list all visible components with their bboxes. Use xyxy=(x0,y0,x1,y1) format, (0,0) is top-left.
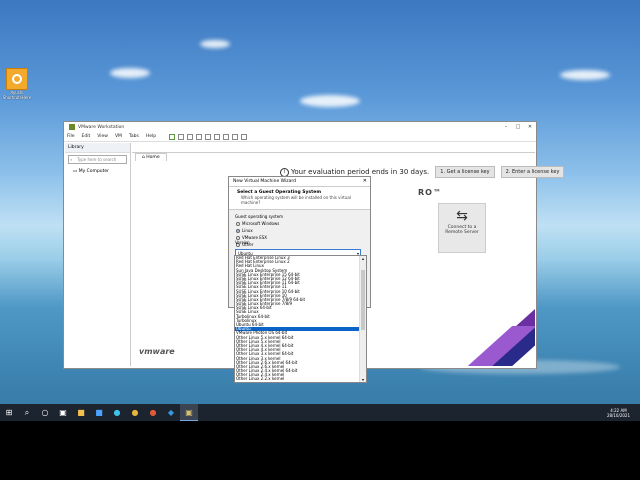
manage-icon[interactable] xyxy=(196,133,203,140)
taskbar-edge[interactable]: ● xyxy=(108,404,126,421)
task-view-icon: ▣ xyxy=(59,408,67,417)
cortana-icon: ○ xyxy=(41,408,49,417)
version-label: Version xyxy=(235,240,250,245)
toolbar xyxy=(169,133,248,140)
enter-license-button[interactable]: 2. Enter a license key xyxy=(500,166,565,178)
folder-icon: ■ xyxy=(77,408,85,417)
fullscreen-icon[interactable] xyxy=(223,133,230,140)
scroll-up-icon[interactable]: ▴ xyxy=(360,256,366,261)
minimize-icon[interactable]: – xyxy=(500,124,512,130)
taskbar-app-red[interactable]: ● xyxy=(144,404,162,421)
radio-other[interactable]: Other xyxy=(236,242,370,247)
library-panel: Library ⌕ Type here to search ▭ My Compu… xyxy=(65,143,131,366)
decorative-stripe xyxy=(465,306,535,366)
product-title: RO™ xyxy=(418,188,442,197)
search-icon: ⌕ xyxy=(70,157,73,162)
wizard-subheading: Which operating system will be installed… xyxy=(241,195,351,205)
tab-home[interactable]: ⌂ Home xyxy=(135,153,167,161)
vmware-app-icon xyxy=(69,124,75,130)
clock[interactable]: 4:22 AM 28/10/2021 xyxy=(607,408,630,418)
console-icon[interactable] xyxy=(241,133,248,140)
connect-arrows-icon: ⇆ xyxy=(456,208,468,224)
taskbar-vmware[interactable]: ▣ xyxy=(180,404,198,421)
taskbar-explorer[interactable]: ■ xyxy=(72,404,90,421)
guest-os-group-label: Guest operating system xyxy=(235,214,284,219)
scrollbar[interactable]: ▴ ▾ xyxy=(359,256,366,382)
windows-icon: ⊞ xyxy=(5,408,13,417)
vscode-icon: ◆ xyxy=(167,408,175,417)
version-dropdown-list[interactable]: Red Hat Enterprise Linux 3 Red Hat Enterp… xyxy=(234,255,367,383)
app-icon: ● xyxy=(149,408,157,417)
wizard-header: Select a Guest Operating System Which op… xyxy=(229,187,370,210)
close-icon[interactable]: ✕ xyxy=(524,124,536,130)
menu-vm[interactable]: VM xyxy=(115,134,122,139)
connect-remote-server-button[interactable]: ⇆ Connect to a Remote Server xyxy=(438,203,486,253)
cloud xyxy=(560,70,610,80)
unity-icon[interactable] xyxy=(232,133,239,140)
window-title: VMware Workstation xyxy=(78,124,125,130)
radio-linux[interactable]: Linux xyxy=(236,228,370,233)
snapshot-icon[interactable] xyxy=(178,133,185,140)
library-header: Library xyxy=(65,143,130,153)
cloud xyxy=(110,68,150,78)
cortana-button[interactable]: ○ xyxy=(36,404,54,421)
wizard-title-bar: New Virtual Machine Wizard ✕ xyxy=(229,177,370,187)
cloud xyxy=(300,95,360,107)
revert-icon[interactable] xyxy=(187,133,194,140)
edge-icon: ● xyxy=(113,408,121,417)
clock-time: 4:22 AM xyxy=(610,407,627,413)
task-view-button[interactable]: ▣ xyxy=(54,404,72,421)
menu-help[interactable]: Help xyxy=(146,134,156,139)
chrome-icon: ● xyxy=(131,408,139,417)
menu-file[interactable]: File xyxy=(67,134,75,139)
close-icon[interactable]: ✕ xyxy=(363,177,367,186)
folder-icon xyxy=(6,68,28,90)
radio-vmware-esx[interactable]: VMware ESX xyxy=(236,235,370,240)
get-license-button[interactable]: 1. Get a license key xyxy=(435,166,495,178)
thumbnail-icon[interactable] xyxy=(214,133,221,140)
cloud xyxy=(200,40,230,48)
vmware-logo: vmware xyxy=(139,347,175,356)
menu-edit[interactable]: Edit xyxy=(82,134,91,139)
store-icon: ■ xyxy=(95,408,103,417)
taskbar-store[interactable]: ■ xyxy=(90,404,108,421)
title-bar: VMware Workstation – □ ✕ xyxy=(64,122,536,132)
radio-microsoft-windows[interactable]: Microsoft Windows xyxy=(236,221,370,226)
taskbar: ⊞ ⌕ ○ ▣ ■ ■ ● ● ● ◆ ▣ 4:22 AM 28/10/2021 xyxy=(0,404,640,421)
taskbar-chrome[interactable]: ● xyxy=(126,404,144,421)
library-view-icon[interactable] xyxy=(205,133,212,140)
vmware-icon: ▣ xyxy=(185,407,193,417)
start-button[interactable]: ⊞ xyxy=(0,404,18,421)
library-search-input[interactable]: ⌕ Type here to search xyxy=(68,155,127,164)
scroll-down-icon[interactable]: ▾ xyxy=(360,377,366,382)
search-button[interactable]: ⌕ xyxy=(18,404,36,421)
search-icon: ⌕ xyxy=(24,407,30,417)
tree-item-my-computer[interactable]: ▭ My Computer xyxy=(65,166,130,177)
play-icon[interactable] xyxy=(169,133,176,140)
clock-date: 28/10/2021 xyxy=(606,412,630,418)
menu-bar: File Edit View VM Tabs Help xyxy=(64,132,536,142)
dropdown-option[interactable]: Other Linux 2.2.x kernel xyxy=(235,377,360,381)
menu-tabs[interactable]: Tabs xyxy=(129,134,139,139)
scrollbar-thumb[interactable] xyxy=(361,270,365,330)
menu-view[interactable]: View xyxy=(97,134,108,139)
maximize-icon[interactable]: □ xyxy=(512,124,524,130)
letterbox-bottom xyxy=(0,421,640,480)
desktop-shortcut[interactable]: Ayushi ShortcutsHere xyxy=(2,68,32,100)
taskbar-vscode[interactable]: ◆ xyxy=(162,404,180,421)
desktop-shortcut-label: Ayushi ShortcutsHere xyxy=(2,90,32,100)
eval-text: Your evaluation period ends in 30 days. xyxy=(291,168,430,176)
